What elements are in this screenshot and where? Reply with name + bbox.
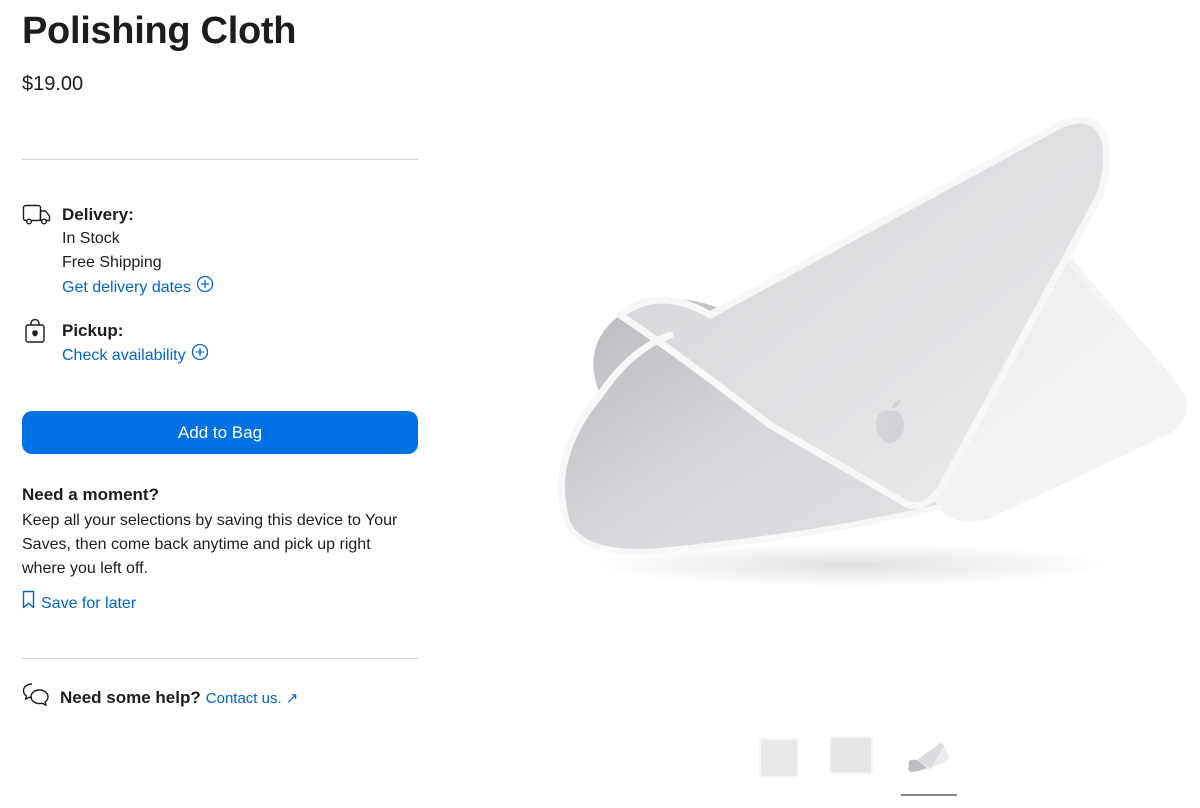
save-for-later-label: Save for later (41, 594, 137, 612)
selected-thumbnail-indicator (901, 794, 957, 796)
chat-bubbles-icon (22, 682, 50, 713)
delivery-title: Delivery: (62, 205, 134, 224)
save-for-later-section: Need a moment? Keep all your selections … (22, 484, 418, 581)
thumbnail-cloth-square[interactable] (829, 736, 873, 779)
pickup-details: Pickup: Check availability (62, 319, 412, 369)
need-a-moment-title: Need a moment? (22, 485, 159, 504)
need-help-title: Need some help? (60, 687, 201, 707)
check-availability-link[interactable]: Check availability (62, 343, 209, 369)
thumbnail-cloth-folded[interactable] (905, 738, 951, 779)
get-delivery-dates-label: Get delivery dates (62, 279, 191, 296)
delivery-details: Delivery: In Stock Free Shipping Get del… (62, 203, 412, 301)
pickup-title: Pickup: (62, 321, 124, 340)
contact-us-link[interactable]: Contact us. ↗ (206, 689, 299, 707)
delivery-shipping: Free Shipping (62, 254, 162, 271)
product-hero-image (520, 95, 1200, 595)
save-for-later-link[interactable]: Save for later (22, 590, 136, 617)
product-price: $19.00 (22, 73, 84, 95)
get-delivery-dates-link[interactable]: Get delivery dates (62, 275, 214, 301)
need-a-moment-text: Keep all your selections by saving this … (22, 512, 398, 577)
divider (22, 159, 418, 160)
shopping-bag-icon (22, 318, 52, 345)
gallery-thumbnails (755, 734, 965, 798)
delivery-stock: In Stock (62, 230, 120, 247)
plus-circle-icon (191, 343, 209, 369)
plus-circle-icon (196, 275, 214, 301)
divider (22, 658, 418, 659)
product-title: Polishing Cloth (22, 10, 297, 52)
bookmark-icon (22, 590, 35, 617)
help-section: Need some help? Contact us. ↗ (22, 682, 298, 713)
check-availability-label: Check availability (62, 347, 186, 364)
truck-icon (22, 203, 52, 229)
add-to-bag-button[interactable]: Add to Bag (22, 411, 418, 454)
thumbnail-cloth-flat[interactable] (759, 738, 799, 783)
